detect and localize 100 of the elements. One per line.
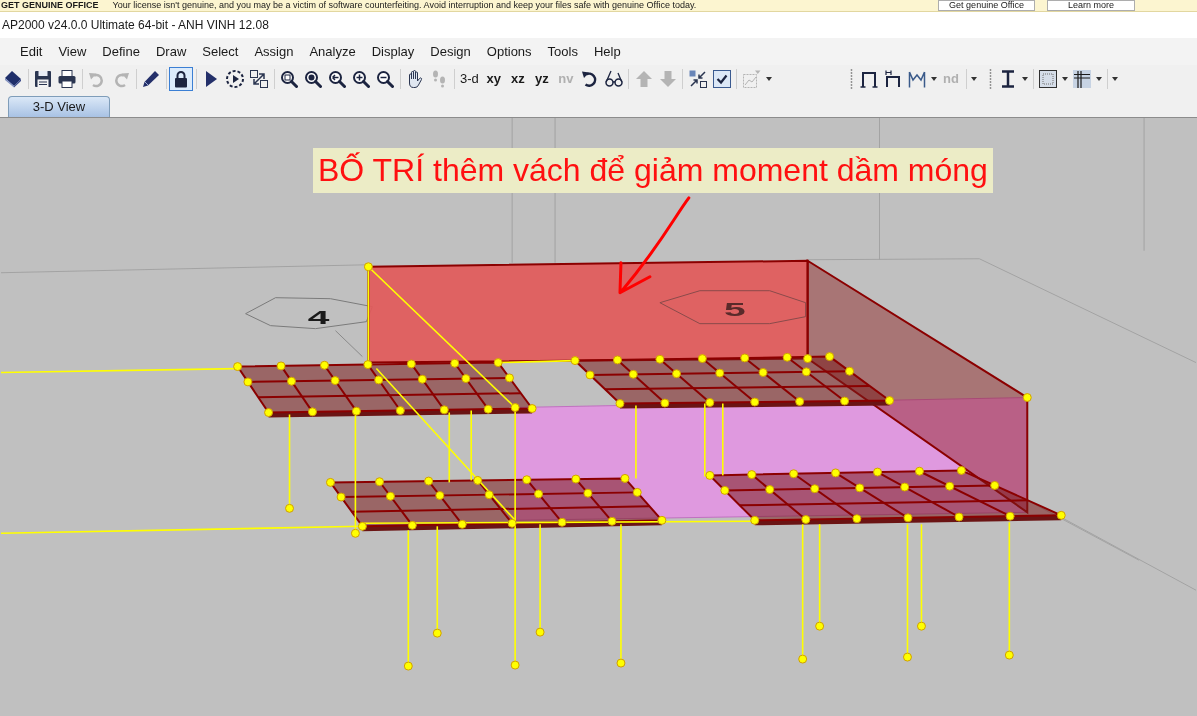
portal-frame-icon[interactable]: [860, 70, 878, 88]
magnifier-arrow-icon[interactable]: [328, 70, 346, 88]
joint-node: [505, 373, 514, 383]
menu-item[interactable]: Select: [202, 41, 239, 62]
menu-item[interactable]: Analyze: [309, 41, 356, 62]
joint-node: [276, 361, 286, 371]
dropdown-caret-icon[interactable]: [1096, 77, 1102, 81]
joint-node: [855, 483, 865, 493]
book-icon[interactable]: [4, 70, 22, 88]
banner-button[interactable]: Get genuine Office: [938, 0, 1035, 11]
magnifier-square-icon[interactable]: [280, 70, 298, 88]
joint-node: [285, 503, 294, 513]
menu-item[interactable]: Edit: [20, 41, 43, 62]
joint-node: [243, 377, 253, 387]
joint-node: [990, 480, 1000, 490]
joint-node: [885, 396, 894, 405]
joint-node: [385, 491, 395, 501]
dropdown-caret-icon[interactable]: [971, 77, 977, 81]
joint-node: [351, 406, 361, 416]
view-mode-button[interactable]: xy: [481, 68, 506, 90]
joint-node: [585, 370, 595, 380]
joint-node: [350, 528, 360, 538]
warning-message: Your license isn't genuine, and you may be a victim of software counterfeiting. Avoid interruption and keep your files safe with genuine Office today.: [112, 0, 697, 11]
joint-node: [406, 359, 416, 369]
diagonal-arrows-icon[interactable]: [250, 70, 268, 88]
joint-node: [628, 369, 638, 379]
frame-marker-icon[interactable]: [884, 70, 902, 88]
view-mode-button[interactable]: yz: [529, 68, 554, 90]
banner-button[interactable]: Learn more: [1047, 0, 1135, 11]
toolbar-grip-icon[interactable]: [850, 68, 853, 90]
joint-node: [795, 397, 805, 406]
joint-node: [308, 407, 317, 417]
joint-node: [583, 488, 593, 498]
joint-node: [705, 470, 715, 480]
menu-item[interactable]: Design: [430, 41, 471, 62]
joint-node: [473, 475, 483, 485]
menu-item[interactable]: Assign: [254, 41, 294, 62]
square-frame-icon[interactable]: [1039, 70, 1057, 88]
joint-node: [450, 358, 460, 368]
joint-node: [363, 262, 373, 272]
joint-node: [900, 482, 910, 492]
menu-item[interactable]: Display: [371, 41, 415, 62]
printer-icon[interactable]: [58, 70, 76, 88]
glasses-icon[interactable]: [604, 70, 623, 88]
joint-node: [1005, 511, 1015, 521]
menu-item[interactable]: View: [58, 41, 87, 62]
joint-node: [655, 354, 665, 364]
menu-item[interactable]: Help: [593, 41, 621, 62]
arrows-squares-icon[interactable]: [688, 70, 707, 88]
joint-node: [954, 512, 964, 522]
joint-node: [747, 470, 757, 480]
leader-line: [334, 330, 363, 358]
joint-node: [715, 368, 725, 378]
pen-icon[interactable]: [142, 70, 160, 88]
i-beam-icon[interactable]: [999, 70, 1017, 88]
dropdown-caret-icon[interactable]: [1112, 77, 1118, 81]
joint-node: [840, 396, 850, 406]
joint-node: [612, 355, 622, 365]
joint-node: [325, 477, 335, 487]
joint-node: [705, 398, 715, 407]
dropdown-caret-icon[interactable]: [765, 77, 772, 81]
joint-node: [852, 514, 862, 524]
view-tab[interactable]: 3-D View: [8, 96, 110, 117]
joint-node: [903, 652, 912, 662]
joint-node: [914, 466, 924, 476]
dropdown-caret-icon[interactable]: [1062, 77, 1068, 81]
hand-icon[interactable]: [406, 70, 424, 88]
padlock-icon[interactable]: [169, 67, 193, 91]
joint-node: [697, 354, 707, 364]
viewport-canvas[interactable]: 4 5 BỐ TRÍ thêm vách để giảm moment dầm móng: [0, 117, 1197, 716]
menu-item[interactable]: Draw: [155, 41, 187, 62]
view-mode-button[interactable]: 3-d: [457, 68, 482, 90]
joint-node: [810, 484, 820, 494]
dropdown-caret-icon[interactable]: [1022, 77, 1028, 81]
joint-node: [945, 481, 955, 491]
menu-item[interactable]: Options: [486, 41, 532, 62]
menu-item[interactable]: Tools: [547, 41, 578, 62]
joint-node: [527, 404, 537, 413]
joint-node: [264, 408, 274, 417]
joint-node: [363, 360, 373, 370]
joint-node: [407, 520, 417, 530]
toolbar-grip-icon[interactable]: [989, 68, 992, 90]
zoom-out-icon[interactable]: [376, 70, 394, 88]
zoom-in-icon[interactable]: [352, 70, 370, 88]
rotate-arrow-icon[interactable]: [580, 70, 599, 88]
joint-node: [798, 654, 808, 664]
joint-node: [632, 487, 642, 497]
joint-node: [483, 404, 493, 414]
menu-item[interactable]: Define: [102, 41, 140, 62]
dropdown-caret-icon[interactable]: [931, 77, 937, 81]
magnifier-dot-icon[interactable]: [304, 70, 322, 88]
grid-lines-icon[interactable]: [1073, 70, 1091, 88]
dashed-circle-play-icon[interactable]: [226, 70, 244, 88]
view-mode-button[interactable]: xz: [505, 68, 530, 90]
joint-node: [758, 367, 768, 377]
truss-frame-icon[interactable]: [908, 70, 926, 88]
joint-node: [720, 485, 730, 495]
joint-node: [403, 661, 413, 671]
checked-box-icon[interactable]: [712, 70, 731, 88]
joint-node: [357, 521, 367, 531]
